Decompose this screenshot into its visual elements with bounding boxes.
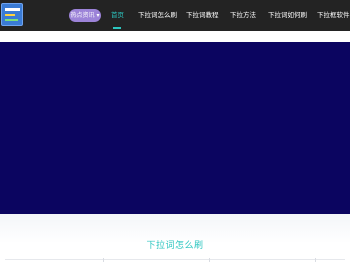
nav-active-indicator	[113, 27, 121, 29]
site-logo[interactable]	[1, 3, 23, 26]
nav-item-how-to-brush[interactable]: 下拉词怎么刷	[138, 0, 177, 31]
nav-item-method[interactable]: 下拉方法	[230, 0, 256, 31]
nav-item-how-to[interactable]: 下拉词如何刷	[268, 0, 307, 31]
nav-item-tutorial[interactable]: 下拉词教程	[186, 0, 219, 31]
logo-graphic	[5, 14, 15, 16]
column-separator	[315, 258, 316, 262]
hot-news-dropdown[interactable]: 热点资讯 ▾	[69, 9, 101, 22]
top-nav-bar: 热点资讯 ▾ 首页 下拉词怎么刷 下拉词教程 下拉方法 下拉词如何刷 下拉框软件	[0, 0, 350, 31]
section-divider	[5, 259, 345, 260]
logo-graphic	[5, 8, 20, 11]
nav-item-software[interactable]: 下拉框软件	[317, 0, 350, 31]
section-title: 下拉词怎么刷	[146, 241, 204, 251]
logo-graphic	[5, 19, 18, 21]
column-separator	[209, 258, 210, 262]
hero-banner[interactable]	[0, 42, 350, 214]
column-separator	[103, 258, 104, 262]
